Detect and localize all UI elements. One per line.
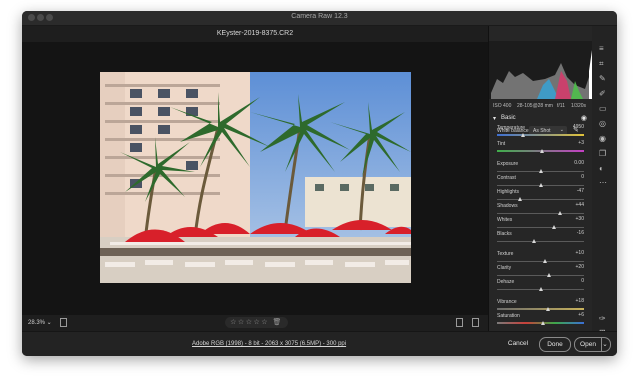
slider-label: Whites xyxy=(497,217,513,223)
slider-dehaze[interactable]: Dehaze 0 xyxy=(497,278,584,296)
slider-knob[interactable] xyxy=(551,225,556,229)
open-options-button[interactable]: ⌄ xyxy=(600,337,611,352)
slider-value-input[interactable]: 0 xyxy=(566,278,584,285)
slider-value-input[interactable]: +3 xyxy=(566,140,584,147)
slider-track[interactable] xyxy=(497,261,584,262)
file-name: KEyster-2019-8375.CR2 xyxy=(216,30,294,37)
slider-track[interactable] xyxy=(497,227,584,228)
healing-brush-icon[interactable]: ✎ xyxy=(599,74,606,83)
slider-knob[interactable] xyxy=(538,169,543,173)
exif-aperture: f/11 xyxy=(557,103,565,109)
slider-label: Vibrance xyxy=(497,299,517,305)
slider-knob[interactable] xyxy=(521,133,526,137)
status-bar: 28.3% ⌄ ☆☆☆☆☆ 🗑 xyxy=(22,315,488,331)
slider-value-input[interactable]: +6 xyxy=(566,312,584,319)
eye-icon[interactable]: ◉ xyxy=(581,114,587,122)
tool-strip: ≡ ⌗ ✎ ✐ ▭ ◎ ◉ ❐ ◐ ⋯ ✑ ⊞ xyxy=(592,26,617,337)
exif-lens: 28-105@28 mm xyxy=(517,103,553,109)
compare-view-icon[interactable] xyxy=(456,318,463,327)
slider-label: Dehaze xyxy=(497,279,515,285)
slider-label: Exposure xyxy=(497,161,519,167)
exif-iso: ISO 400 xyxy=(493,103,512,109)
section-title: Basic xyxy=(501,115,516,121)
slider-blacks[interactable]: Blacks -16 xyxy=(497,230,584,248)
more-options-icon[interactable]: ⋯ xyxy=(599,178,607,187)
slider-knob[interactable] xyxy=(540,149,545,153)
slider-value-input[interactable]: 0.00 xyxy=(566,160,584,167)
slider-value-input[interactable]: +44 xyxy=(566,202,584,209)
slider-label: Clarity xyxy=(497,265,512,271)
basic-section-header[interactable]: ▾ Basic ◉ xyxy=(489,114,593,124)
slider-label: Temperature xyxy=(497,125,526,131)
done-button[interactable]: Done xyxy=(539,337,571,352)
adjustment-brush-icon[interactable]: ✐ xyxy=(599,89,606,98)
red-eye-icon[interactable]: ◉ xyxy=(599,134,606,143)
slider-knob[interactable] xyxy=(531,239,536,243)
slider-value-input[interactable]: +10 xyxy=(566,250,584,257)
crop-icon[interactable]: ⌗ xyxy=(599,59,604,69)
workflow-options-link[interactable]: Adobe RGB (1998) - 8 bit - 2063 x 3075 (… xyxy=(192,341,346,347)
color-sampler-icon[interactable]: ✑ xyxy=(599,314,606,323)
chevron-down-icon: ▾ xyxy=(493,116,497,122)
camera-raw-window: Camera Raw 12.3 KEyster-2019-8375.CR2 ⇩ … xyxy=(22,11,617,356)
slider-knob[interactable] xyxy=(546,307,551,311)
slider-tint[interactable]: Tint +3 xyxy=(497,140,584,158)
slider-label: Saturation xyxy=(497,313,520,319)
slider-label: Shadows xyxy=(497,203,518,209)
slider-label: Blacks xyxy=(497,231,512,237)
slider-track[interactable] xyxy=(497,213,584,214)
rating-stars[interactable]: ☆☆☆☆☆ 🗑 xyxy=(225,317,288,328)
slider-value-input[interactable]: +20 xyxy=(566,264,584,271)
slider-knob[interactable] xyxy=(547,273,552,277)
slider-label: Contrast xyxy=(497,175,516,181)
slider-knob[interactable] xyxy=(517,197,522,201)
slider-track[interactable] xyxy=(497,275,584,276)
histogram xyxy=(489,41,593,99)
before-after-icon[interactable] xyxy=(472,318,479,327)
slider-saturation[interactable]: Saturation +6 xyxy=(497,312,584,330)
open-button[interactable]: Open xyxy=(574,337,602,352)
slider-value-input[interactable]: +18 xyxy=(566,298,584,305)
slider-track[interactable] xyxy=(497,134,584,136)
edit-panel: ISO 400 28-105@28 mm f/11 1/320s ▾ Basic… xyxy=(488,26,597,331)
slider-value-input[interactable]: -47 xyxy=(566,188,584,195)
zoom-level[interactable]: 28.3% ⌄ xyxy=(28,319,52,326)
slider-label: Highlights xyxy=(497,189,519,195)
slider-track[interactable] xyxy=(497,241,584,242)
slider-value-input[interactable]: 4950 xyxy=(566,124,584,131)
slider-value-input[interactable]: +30 xyxy=(566,216,584,223)
bottom-bar: Adobe RGB (1998) - 8 bit - 2063 x 3075 (… xyxy=(22,331,617,356)
slider-knob[interactable] xyxy=(538,183,543,187)
snapshots-icon[interactable]: ❐ xyxy=(599,149,606,158)
edit-sliders-icon[interactable]: ≡ xyxy=(599,44,604,53)
photo-preview[interactable] xyxy=(100,72,411,283)
file-bar: KEyster-2019-8375.CR2 xyxy=(22,26,488,42)
graduated-filter-icon[interactable]: ▭ xyxy=(599,104,607,113)
radial-filter-icon[interactable]: ◎ xyxy=(599,119,606,128)
window-title: Camera Raw 12.3 xyxy=(291,13,348,20)
slider-knob[interactable] xyxy=(538,287,543,291)
slider-knob[interactable] xyxy=(557,211,562,215)
slider-track[interactable] xyxy=(497,199,584,200)
slider-track[interactable] xyxy=(497,308,584,310)
slider-label: Tint xyxy=(497,141,506,147)
filmstrip-icon[interactable] xyxy=(60,318,67,327)
exif-info: ISO 400 28-105@28 mm f/11 1/320s xyxy=(489,101,593,111)
exif-shutter: 1/320s xyxy=(571,103,587,109)
slider-value-input[interactable]: -16 xyxy=(566,230,584,237)
cancel-button[interactable]: Cancel xyxy=(500,337,536,350)
slider-label: Texture xyxy=(497,251,514,257)
slider-knob[interactable] xyxy=(542,259,547,263)
presets-icon[interactable]: ◐ xyxy=(599,164,604,173)
zoom-value: 28.3% xyxy=(28,320,46,326)
title-bar: Camera Raw 12.3 xyxy=(22,11,617,26)
image-canvas[interactable] xyxy=(22,42,488,315)
slider-knob[interactable] xyxy=(541,321,546,325)
slider-value-input[interactable]: 0 xyxy=(566,174,584,181)
